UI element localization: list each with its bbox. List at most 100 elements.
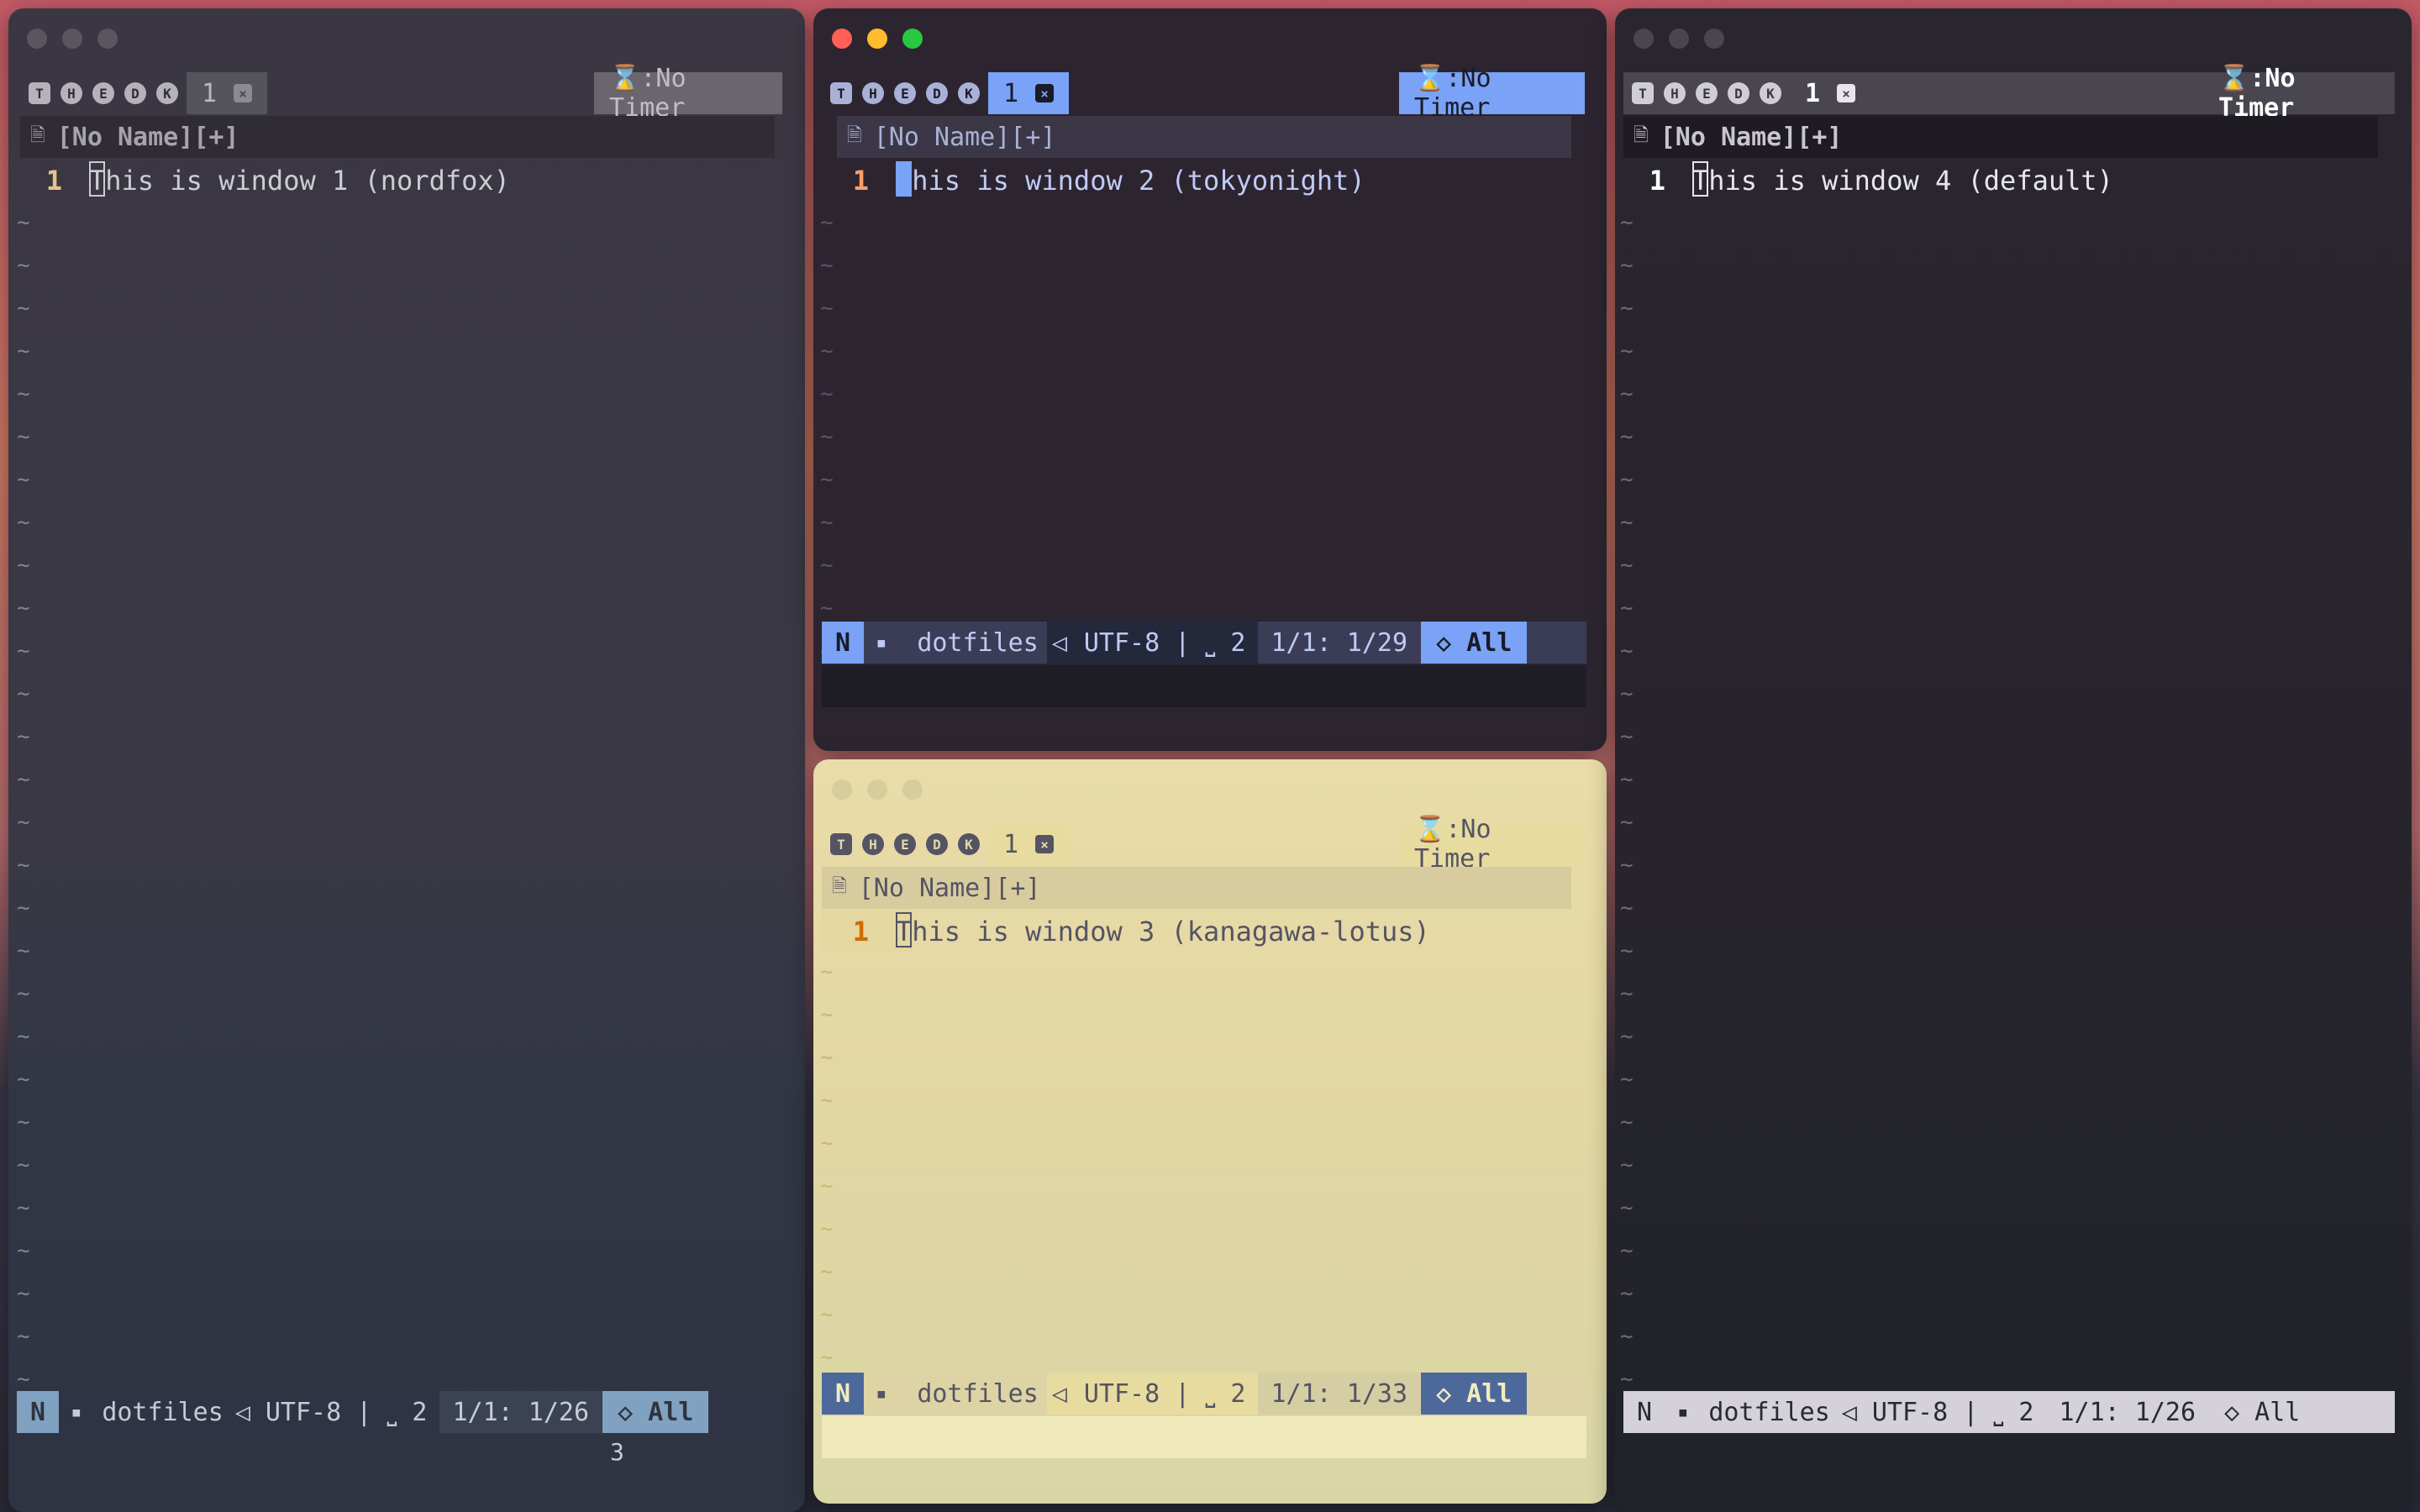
buffer-text[interactable]: This is window 3 (kanagawa-lotus) — [896, 916, 1430, 948]
terminal-icon[interactable]: T — [830, 82, 852, 104]
terminal-window-4[interactable]: T H E D K 1 × ⌛:No Timer 🗎 [No Name][+] … — [1615, 8, 2412, 1512]
encoding-info: UTF-8 | ⎵ 2 — [1071, 622, 1258, 664]
zoom-button[interactable] — [97, 29, 118, 49]
command-line[interactable] — [822, 665, 1586, 707]
d-circle-icon[interactable]: D — [124, 82, 146, 104]
file-winbar: 🗎 [No Name][+] — [20, 116, 775, 158]
buffer-text[interactable]: This is window 4 (default) — [1692, 165, 2113, 197]
statusline: N ▪ dotfiles ◁ UTF-8 | ⎵ 2 1/1: 1/26 ◇ A… — [1623, 1391, 2395, 1433]
h-circle-icon[interactable]: H — [60, 82, 82, 104]
close-button[interactable] — [832, 780, 852, 800]
scroll-indicator: ◇ All — [1421, 622, 1528, 664]
tab-close-icon[interactable]: × — [1035, 84, 1055, 102]
cursor-position: 1/1: 1/26 — [439, 1391, 603, 1433]
line-number: 1 — [1649, 165, 1665, 197]
plugin-icons: T H E D K — [1623, 72, 1790, 114]
file-winbar: 🗎 [No Name][+] — [1623, 116, 2378, 158]
separator-icon: ◁ — [1841, 1397, 1857, 1427]
h-circle-icon[interactable]: H — [862, 833, 884, 855]
buffer-line-1[interactable]: 1 This is window 2 (tokyonight) — [813, 160, 1365, 202]
minimize-button[interactable] — [867, 780, 887, 800]
tab-number: 1 — [202, 78, 218, 108]
h-circle-icon[interactable]: H — [1664, 82, 1686, 104]
file-icon: 🗎 — [30, 125, 45, 146]
zoom-button[interactable] — [902, 29, 923, 49]
close-button[interactable] — [27, 29, 47, 49]
timer-badge: ⌛:No Timer — [1399, 64, 1585, 123]
buffer-text[interactable]: This is window 1 (nordfox) — [89, 165, 510, 197]
tab-number: 1 — [1805, 78, 1821, 108]
minimize-button[interactable] — [867, 29, 887, 49]
text-cursor — [89, 161, 105, 197]
k-icon[interactable]: K — [958, 82, 980, 104]
command-line[interactable] — [822, 1416, 1586, 1458]
tab-close-icon[interactable]: × — [234, 84, 253, 102]
window-titlebar[interactable] — [8, 8, 805, 64]
close-button[interactable] — [832, 29, 852, 49]
buffer-text[interactable]: This is window 2 (tokyonight) — [896, 165, 1365, 197]
cwd-label: dotfiles — [102, 1397, 224, 1427]
d-circle-icon[interactable]: D — [1728, 82, 1749, 104]
k-icon[interactable]: K — [958, 833, 980, 855]
cwd-label: dotfiles — [917, 1378, 1039, 1409]
tab-1[interactable]: 1 × — [1790, 72, 1870, 114]
zoom-button[interactable] — [902, 780, 923, 800]
zoom-button[interactable] — [1704, 29, 1724, 49]
empty-line-markers: ~~~~~~~~~~~ — [820, 959, 834, 1413]
file-icon: 🗎 — [847, 125, 862, 146]
e-circle-icon[interactable]: E — [894, 833, 916, 855]
stray-label: 3 — [610, 1438, 624, 1466]
separator-icon: ◁ — [1046, 622, 1072, 664]
buffer-line-1[interactable]: 1 This is window 4 (default) — [1623, 160, 2113, 202]
tab-1[interactable]: 1 × — [988, 823, 1070, 865]
scroll-indicator: ◇ All — [1421, 1373, 1528, 1415]
window-titlebar[interactable] — [813, 759, 1607, 815]
folder-icon: ▪ — [876, 1383, 887, 1404]
minimize-button[interactable] — [62, 29, 82, 49]
e-circle-icon[interactable]: E — [894, 82, 916, 104]
tab-1[interactable]: 1 × — [187, 72, 268, 114]
e-circle-icon[interactable]: E — [92, 82, 114, 104]
timer-badge: ⌛:No Timer — [594, 64, 782, 123]
cursor-position: 1/1: 1/26 — [2059, 1397, 2196, 1427]
terminal-icon[interactable]: T — [29, 82, 50, 104]
h-circle-icon[interactable]: H — [862, 82, 884, 104]
terminal-window-2[interactable]: T H E D K 1 × ⌛:No Timer 🗎 [No Name][+] … — [813, 8, 1607, 751]
file-icon: 🗎 — [832, 876, 847, 897]
statusline: N ▪ dotfiles ◁ UTF-8 | ⎵ 2 1/1: 1/29 ◇ A… — [822, 622, 1586, 664]
tab-number: 1 — [1003, 829, 1019, 859]
minimize-button[interactable] — [1669, 29, 1689, 49]
statusline: N ▪ dotfiles ◁ UTF-8 | ⎵ 2 1/1: 1/33 ◇ A… — [822, 1373, 1586, 1415]
scroll-indicator: ◇ All — [602, 1391, 709, 1433]
folder-icon: ▪ — [864, 622, 899, 664]
cwd-label: dotfiles — [898, 622, 1047, 664]
terminal-icon[interactable]: T — [830, 833, 852, 855]
close-button[interactable] — [1634, 29, 1654, 49]
window-titlebar[interactable] — [1615, 8, 2412, 64]
terminal-icon[interactable]: T — [1632, 82, 1654, 104]
buffer-line-1[interactable]: 1 This is window 1 (nordfox) — [20, 160, 510, 202]
file-winbar: 🗎 [No Name][+] — [822, 867, 1571, 909]
tab-close-icon[interactable]: × — [1035, 835, 1055, 853]
e-circle-icon[interactable]: E — [1696, 82, 1718, 104]
k-icon[interactable]: K — [1760, 82, 1781, 104]
buffer-line-1[interactable]: 1 This is window 3 (kanagawa-lotus) — [822, 911, 1430, 953]
terminal-window-3[interactable]: T H E D K 1 × ⌛:No Timer 🗎 [No Name][+] … — [813, 759, 1607, 1504]
d-circle-icon[interactable]: D — [926, 833, 948, 855]
terminal-window-1[interactable]: T H E D K 1 × ⌛:No Timer 🗎 [No Name][+] … — [8, 8, 805, 1512]
mode-indicator: N — [822, 1373, 865, 1415]
timer-badge: ⌛:No Timer — [2218, 64, 2296, 123]
tab-close-icon[interactable]: × — [1837, 84, 1856, 102]
mode-indicator: N — [822, 622, 865, 664]
encoding-info: UTF-8 | ⎵ 2 — [1071, 1373, 1258, 1415]
cursor-position: 1/1: 1/29 — [1257, 622, 1422, 664]
file-icon: 🗎 — [1634, 125, 1649, 146]
d-circle-icon[interactable]: D — [926, 82, 948, 104]
window-titlebar[interactable] — [813, 8, 1607, 64]
folder-icon: ▪ — [1677, 1401, 1689, 1423]
tab-1[interactable]: 1 × — [988, 72, 1070, 114]
k-icon[interactable]: K — [156, 82, 178, 104]
line-number: 1 — [852, 165, 869, 197]
statusline: N ▪ dotfiles ◁ UTF-8 | ⎵ 2 1/1: 1/26 ◇ A… — [17, 1391, 790, 1433]
mode-indicator: N — [1637, 1397, 1653, 1427]
